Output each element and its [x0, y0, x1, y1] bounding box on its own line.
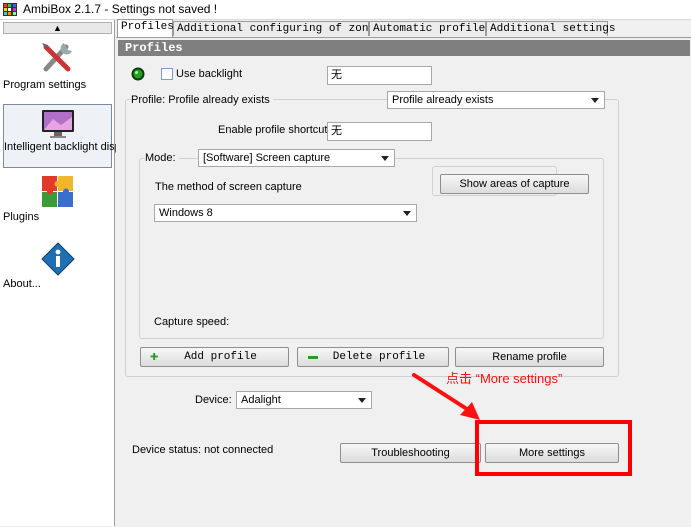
device-status: Device status: not connected [132, 444, 274, 456]
panel-header: Profiles [118, 40, 690, 56]
mode-label: Mode: [145, 152, 179, 164]
sidebar-item-intelligent-backlight[interactable]: Intelligent backlight display [3, 104, 135, 168]
sidebar-item-program-settings[interactable]: Program settings [3, 39, 112, 101]
tools-icon [41, 43, 72, 72]
add-profile-label: Add profile [184, 351, 257, 363]
red-arrow-icon [412, 373, 480, 420]
tab-additional-settings[interactable]: Additional settings [486, 21, 615, 36]
title-bar: AmbiBox 2.1.7 - Settings not saved ! [0, 0, 691, 20]
app-icon [3, 3, 17, 16]
profile-select-value: Profile already exists [392, 94, 494, 106]
delete-profile-button[interactable]: Delete profile [297, 347, 449, 367]
monitor-icon [41, 110, 74, 138]
add-profile-button[interactable]: ✚ Add profile [140, 347, 289, 367]
device-select[interactable]: Adalight [236, 391, 372, 409]
sidebar: ▲ Program settings Intelligent backlight… [0, 20, 135, 526]
use-backlight-hotkey-field[interactable]: 无 [327, 66, 432, 85]
enable-shortcut-label: Enable profile shortcut: [218, 124, 331, 136]
tab-additional-zones[interactable]: Additional configuring of zones [173, 21, 382, 36]
device-select-value: Adalight [241, 394, 281, 406]
window-title: AmbiBox 2.1.7 - Settings not saved ! [23, 2, 218, 16]
tab-profiles[interactable]: Profiles [117, 19, 174, 37]
capture-method-label: The method of screen capture [155, 181, 302, 193]
profile-group-label: Profile: Profile already exists [131, 94, 273, 106]
tab-automatic-profiles[interactable]: Automatic profiles [369, 21, 492, 36]
sidebar-scroll-up[interactable]: ▲ [3, 22, 112, 34]
mode-select-value: [Software] Screen capture [203, 152, 331, 164]
chevron-down-icon [403, 211, 411, 216]
chevron-down-icon [358, 398, 366, 403]
highlight-box [475, 420, 632, 476]
status-led-icon [131, 67, 145, 81]
show-areas-button[interactable]: Show areas of capture [440, 174, 589, 194]
troubleshooting-button[interactable]: Troubleshooting [340, 443, 481, 463]
sidebar-item-plugins[interactable]: Plugins [3, 175, 112, 225]
mode-select[interactable]: [Software] Screen capture [198, 149, 395, 167]
capture-method-select[interactable]: Windows 8 [154, 204, 417, 222]
delete-profile-label: Delete profile [332, 351, 426, 363]
info-icon [40, 242, 75, 276]
profile-select[interactable]: Profile already exists [387, 91, 605, 109]
use-backlight-checkbox[interactable] [161, 68, 173, 80]
sidebar-item-label: Plugins [3, 211, 40, 223]
sidebar-item-about[interactable]: About... [3, 242, 112, 292]
use-backlight-label: Use backlight [176, 68, 243, 80]
minus-icon [308, 356, 318, 359]
plus-icon: ✚ [150, 349, 159, 365]
sidebar-item-label: Program settings [3, 79, 87, 91]
chevron-down-icon [381, 156, 389, 161]
capture-method-value: Windows 8 [159, 207, 213, 219]
device-label: Device: [195, 394, 232, 406]
chevron-down-icon [591, 98, 599, 103]
puzzle-icon [41, 176, 73, 207]
rename-profile-button[interactable]: Rename profile [455, 347, 604, 367]
profile-shortcut-field[interactable]: 无 [327, 122, 432, 141]
sidebar-item-label: About... [3, 278, 41, 290]
capture-speed-label: Capture speed: [154, 316, 230, 328]
